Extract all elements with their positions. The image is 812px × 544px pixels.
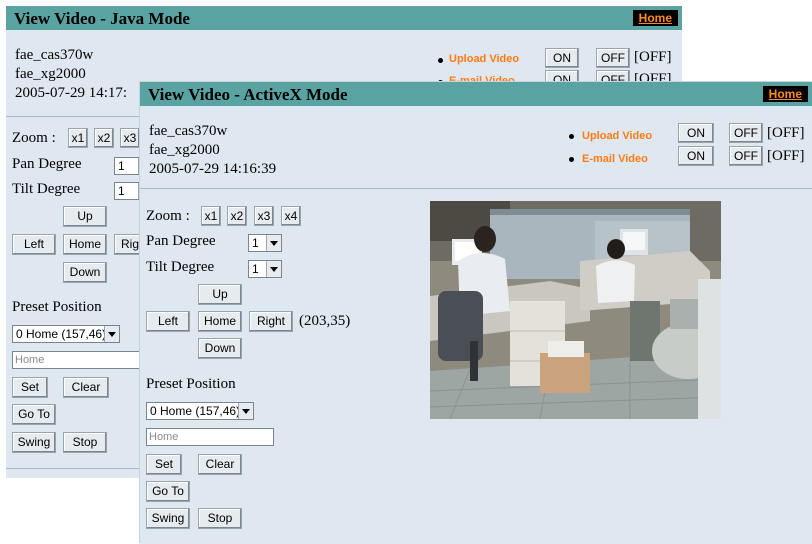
activex-title-bar: View Video - ActiveX Mode Home — [140, 82, 812, 106]
activex-home-link[interactable]: Home — [762, 86, 808, 102]
activex-email-video-link[interactable]: E-mail Video — [582, 153, 648, 165]
activex-up-button[interactable]: Up — [198, 284, 242, 305]
activex-upload-state: [OFF] — [767, 125, 805, 141]
activex-email-on-button[interactable]: ON — [678, 146, 714, 166]
java-pan-value: 1 — [118, 159, 125, 173]
activex-preset-value: 0 Home (157,46) — [150, 404, 241, 418]
java-zoom-label: Zoom : — [12, 130, 56, 146]
activex-email-state: [OFF] — [767, 148, 805, 164]
activex-preset-select[interactable]: 0 Home (157,46) — [146, 402, 254, 420]
activex-upload-off-button[interactable]: OFF — [729, 123, 763, 143]
java-pan-label: Pan Degree — [12, 156, 82, 172]
activex-camera-info: fae_cas370w fae_xg2000 2005-07-29 14:16:… — [149, 122, 276, 179]
activex-upload-bullet — [569, 134, 574, 139]
activex-zoom-x1-button[interactable]: x1 — [201, 206, 221, 226]
activex-pan-select[interactable]: 1 — [248, 234, 282, 252]
dropdown-arrow-icon — [238, 403, 253, 419]
activex-upload-video-link[interactable]: Upload Video — [582, 130, 652, 142]
activex-email-bullet — [569, 157, 574, 162]
java-upload-bullet — [438, 58, 443, 63]
java-preset-select[interactable]: 0 Home (157,46) — [12, 325, 120, 343]
java-swing-button[interactable]: Swing — [12, 432, 56, 453]
java-home-link[interactable]: Home — [632, 10, 678, 26]
java-device-name: fae_xg2000 — [15, 66, 86, 82]
activex-zoom-x4-button[interactable]: x4 — [281, 206, 301, 226]
java-tilt-value: 1 — [118, 184, 125, 198]
java-stop-button[interactable]: Stop — [63, 432, 107, 453]
activex-zoom-label: Zoom : — [146, 208, 190, 224]
java-preset-value: 0 Home (157,46) — [16, 327, 107, 341]
activex-left-button[interactable]: Left — [146, 311, 190, 332]
java-goto-button[interactable]: Go To — [12, 404, 56, 425]
java-upload-video-link[interactable]: Upload Video — [449, 53, 519, 65]
java-down-button[interactable]: Down — [63, 262, 107, 283]
java-page-title: View Video - Java Mode — [14, 9, 190, 28]
activex-down-button[interactable]: Down — [198, 338, 242, 359]
activex-timestamp: 2005-07-29 14:16:39 — [149, 161, 277, 177]
activex-upload-on-button[interactable]: ON — [678, 123, 714, 143]
dropdown-arrow-icon — [266, 235, 281, 251]
java-camera-name: fae_cas370w — [15, 47, 94, 63]
activex-position-readout: (203,35) — [299, 313, 351, 329]
activex-email-off-button[interactable]: OFF — [729, 146, 763, 166]
activex-clear-button[interactable]: Clear — [198, 454, 242, 475]
activex-goto-button[interactable]: Go To — [146, 481, 190, 502]
java-zoom-x3-button[interactable]: x3 — [120, 128, 140, 148]
activex-divider — [140, 188, 812, 189]
dropdown-arrow-icon — [266, 261, 281, 277]
activex-tilt-label: Tilt Degree — [146, 259, 215, 275]
java-upload-state: [OFF] — [634, 49, 672, 65]
java-upload-off-button[interactable]: OFF — [596, 48, 630, 68]
activex-tilt-select[interactable]: 1 — [248, 260, 282, 278]
activex-set-button[interactable]: Set — [146, 454, 182, 475]
activex-right-button[interactable]: Right — [249, 311, 293, 332]
activex-stop-button[interactable]: Stop — [198, 508, 242, 529]
activex-preset-label: Preset Position — [146, 376, 236, 392]
activex-home-button[interactable]: Home — [198, 311, 242, 332]
java-left-button[interactable]: Left — [12, 234, 56, 255]
activex-page-title: View Video - ActiveX Mode — [148, 85, 348, 104]
activex-device-name: fae_xg2000 — [149, 142, 220, 158]
java-upload-on-button[interactable]: ON — [545, 48, 579, 68]
activex-preset-name-input[interactable]: Home — [146, 428, 274, 446]
activex-zoom-x3-button[interactable]: x3 — [254, 206, 274, 226]
activex-swing-button[interactable]: Swing — [146, 508, 190, 529]
activex-camera-name: fae_cas370w — [149, 123, 228, 139]
java-home-button[interactable]: Home — [63, 234, 107, 255]
live-video-feed — [430, 201, 721, 419]
activex-zoom-x2-button[interactable]: x2 — [227, 206, 247, 226]
activex-mode-window: View Video - ActiveX Mode Home fae_cas37… — [140, 82, 812, 544]
java-set-button[interactable]: Set — [12, 377, 48, 398]
java-clear-button[interactable]: Clear — [63, 377, 109, 398]
java-tilt-label: Tilt Degree — [12, 181, 81, 197]
activex-pan-value: 1 — [252, 236, 259, 250]
java-preset-label: Preset Position — [12, 299, 102, 315]
java-zoom-x2-button[interactable]: x2 — [94, 128, 114, 148]
java-camera-info: fae_cas370w fae_xg2000 2005-07-29 14:17: — [15, 46, 127, 103]
dropdown-arrow-icon — [104, 326, 119, 342]
activex-pan-label: Pan Degree — [146, 233, 216, 249]
java-up-button[interactable]: Up — [63, 206, 107, 227]
java-title-bar: View Video - Java Mode Home — [6, 6, 682, 30]
java-preset-name-input[interactable]: Home — [12, 351, 140, 369]
activex-tilt-value: 1 — [252, 262, 259, 276]
java-zoom-x1-button[interactable]: x1 — [68, 128, 88, 148]
java-timestamp: 2005-07-29 14:17: — [15, 85, 128, 101]
